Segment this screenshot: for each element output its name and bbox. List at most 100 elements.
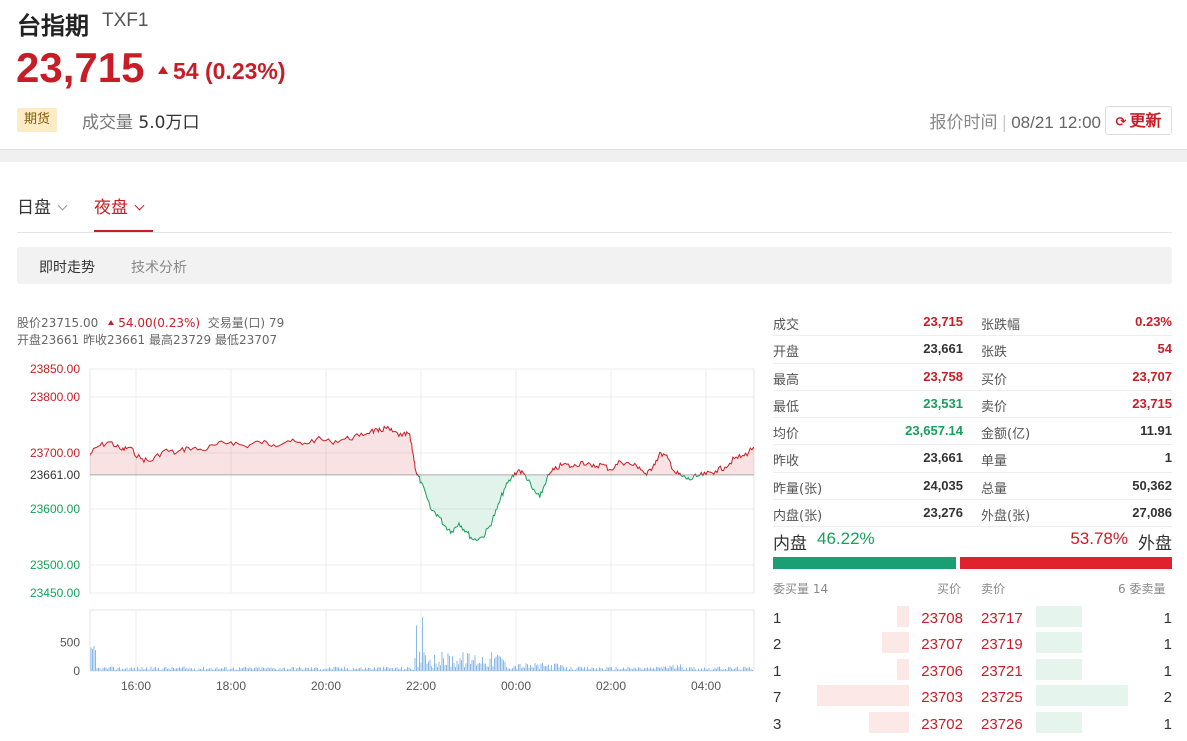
x-tick-label: 18:00 <box>216 679 246 693</box>
bid-qty: 2 <box>773 636 782 654</box>
stat-row: 最高 23,758 买价 23,707 <box>773 364 1172 391</box>
ask-qty: 1 <box>1163 636 1172 654</box>
stat-label: 开盘 <box>773 345 800 361</box>
y-tick-label: 23661.00 <box>30 468 80 482</box>
info-price: 股价23715.00 <box>17 316 99 330</box>
stat-label: 单量 <box>981 454 1008 470</box>
y-tick-label: 23600.00 <box>30 502 80 516</box>
x-tick-label: 02:00 <box>596 679 626 693</box>
chart-info-line2: 开盘23661 昨收23661 最高23729 最低23707 <box>17 333 278 347</box>
instrument-name: 台指期 <box>17 12 89 40</box>
up-arrow-icon <box>158 66 168 74</box>
stat-label: 昨收 <box>773 454 800 470</box>
stats-table: 成交 23,715 张跌幅 0.23% 开盘 23,661 张跌 54 最高 23,758 买价 23… <box>773 309 1172 528</box>
tab-day-session[interactable]: 日盘 <box>17 193 68 218</box>
bid-price: 23702 <box>921 715 963 733</box>
stat-label: 最低 <box>773 399 800 415</box>
ask-price: 23726 <box>981 715 1023 733</box>
refresh-icon: ⟳ <box>1115 115 1127 130</box>
quote-time-label: 报价时间 <box>929 113 998 133</box>
refresh-label: 更新 <box>1129 111 1162 130</box>
ask-qty: 1 <box>1163 715 1172 733</box>
stat-row: 昨量(张) 24,035 总量 50,362 <box>773 473 1172 501</box>
ask-qty: 2 <box>1163 689 1172 707</box>
refresh-button[interactable]: ⟳ 更新 <box>1105 106 1172 135</box>
stat-label: 总量 <box>981 481 1008 497</box>
stat-label: 外盘(张) <box>981 509 1031 525</box>
last-price: 23,715 <box>16 44 145 91</box>
y-tick-label: 23850.00 <box>30 362 80 376</box>
section-divider <box>0 150 1187 162</box>
stat-value: 27,086 <box>1132 505 1172 521</box>
outer-pct: 53.78% <box>1070 529 1128 548</box>
order-book-row: 3 23702 23726 1 <box>773 711 1172 738</box>
ask-depth-bar <box>1036 711 1082 733</box>
bid-qty: 7 <box>773 689 782 707</box>
ask-depth-bar <box>1036 606 1082 627</box>
outer-label: 外盘 <box>1138 534 1172 554</box>
stat-row: 开盘 23,661 张跌 54 <box>773 336 1172 364</box>
order-book-row: 7 23703 23725 2 <box>773 685 1172 711</box>
stat-value: 50,362 <box>1132 477 1172 493</box>
stat-label: 买价 <box>981 372 1008 388</box>
bid-price: 23703 <box>921 689 963 707</box>
futures-badge: 期货 <box>17 108 57 132</box>
stat-row: 内盘(张) 23,276 外盘(张) 27,086 <box>773 500 1172 528</box>
bid-qty: 1 <box>773 662 782 680</box>
ask-qty-header: 6 委卖量 <box>1118 582 1166 596</box>
x-tick-label: 00:00 <box>501 679 531 693</box>
bid-depth-bar <box>897 606 909 627</box>
stat-label: 金额(亿) <box>981 427 1031 443</box>
stat-value: 23,661 <box>923 450 963 466</box>
ask-price: 23721 <box>981 662 1023 680</box>
ask-price: 23719 <box>981 636 1023 654</box>
stat-value: 24,035 <box>923 477 963 493</box>
ask-depth-bar <box>1036 685 1128 707</box>
inner-pct: 46.22% <box>817 529 875 548</box>
price-change: 54 (0.23%) <box>158 58 286 85</box>
tab-night-session[interactable]: 夜盘 <box>94 193 145 218</box>
intraday-chart[interactable]: 16:00 18:00 20:00 22:00 00:00 02:00 04:00 23850… <box>0 355 760 700</box>
tab-technical-analysis[interactable]: 技术分析 <box>131 257 187 277</box>
quote-header: 台指期 TXF1 23,715 54 (0.23%) 期货 成交量 5.0万口 … <box>0 0 1187 150</box>
volume-tick-label: 0 <box>73 664 80 678</box>
info-change: 54.00(0.23%) <box>118 316 201 330</box>
stat-value: 23,758 <box>923 368 963 384</box>
stat-row: 成交 23,715 张跌幅 0.23% <box>773 309 1172 337</box>
tab-divider <box>17 232 1172 233</box>
stat-label: 张跌幅 <box>981 318 1021 333</box>
volume-label: 成交量 <box>82 113 133 133</box>
bid-depth-bar <box>897 658 909 680</box>
bid-price: 23708 <box>921 610 963 627</box>
bid-depth-bar <box>882 632 909 654</box>
stat-value: 23,715 <box>923 314 963 329</box>
volume-value: 5.0万口 <box>138 113 200 133</box>
y-tick-label: 23800.00 <box>30 390 80 404</box>
order-book-row: 1 23708 23717 1 <box>773 606 1172 632</box>
stat-value: 11.91 <box>1140 423 1172 439</box>
stat-value: 23,707 <box>1132 368 1172 384</box>
volume-tick-label: 500 <box>60 636 80 650</box>
bid-qty: 3 <box>773 715 782 733</box>
inner-ratio-bar <box>773 557 956 569</box>
chevron-down-icon <box>134 200 145 211</box>
stat-value: 54 <box>1157 341 1172 357</box>
stat-value: 23,531 <box>923 395 963 411</box>
ask-depth-bar <box>1036 632 1082 654</box>
ask-price: 23725 <box>981 689 1023 707</box>
y-tick-label: 23700.00 <box>30 446 80 460</box>
stat-label: 张跌 <box>981 345 1008 361</box>
stat-label: 昨量(张) <box>773 481 823 497</box>
x-tick-label: 16:00 <box>121 679 151 693</box>
quote-time-value: 08/21 12:00 <box>1011 113 1101 132</box>
tab-realtime-trend[interactable]: 即时走势 <box>39 257 95 277</box>
y-tick-label: 23450.00 <box>30 586 80 600</box>
inner-label: 内盘 <box>773 534 807 554</box>
ask-depth-bar <box>1036 658 1082 680</box>
x-tick-label: 20:00 <box>311 679 341 693</box>
volume-info: 成交量 5.0万口 <box>82 108 199 133</box>
bid-price-header: 买价 <box>937 582 962 596</box>
chart-info-line1: 股价23715.00 54.00(0.23%) 交易量(口) 79 <box>17 314 284 331</box>
x-tick-label: 04:00 <box>691 679 721 693</box>
bid-depth-bar <box>869 711 909 733</box>
